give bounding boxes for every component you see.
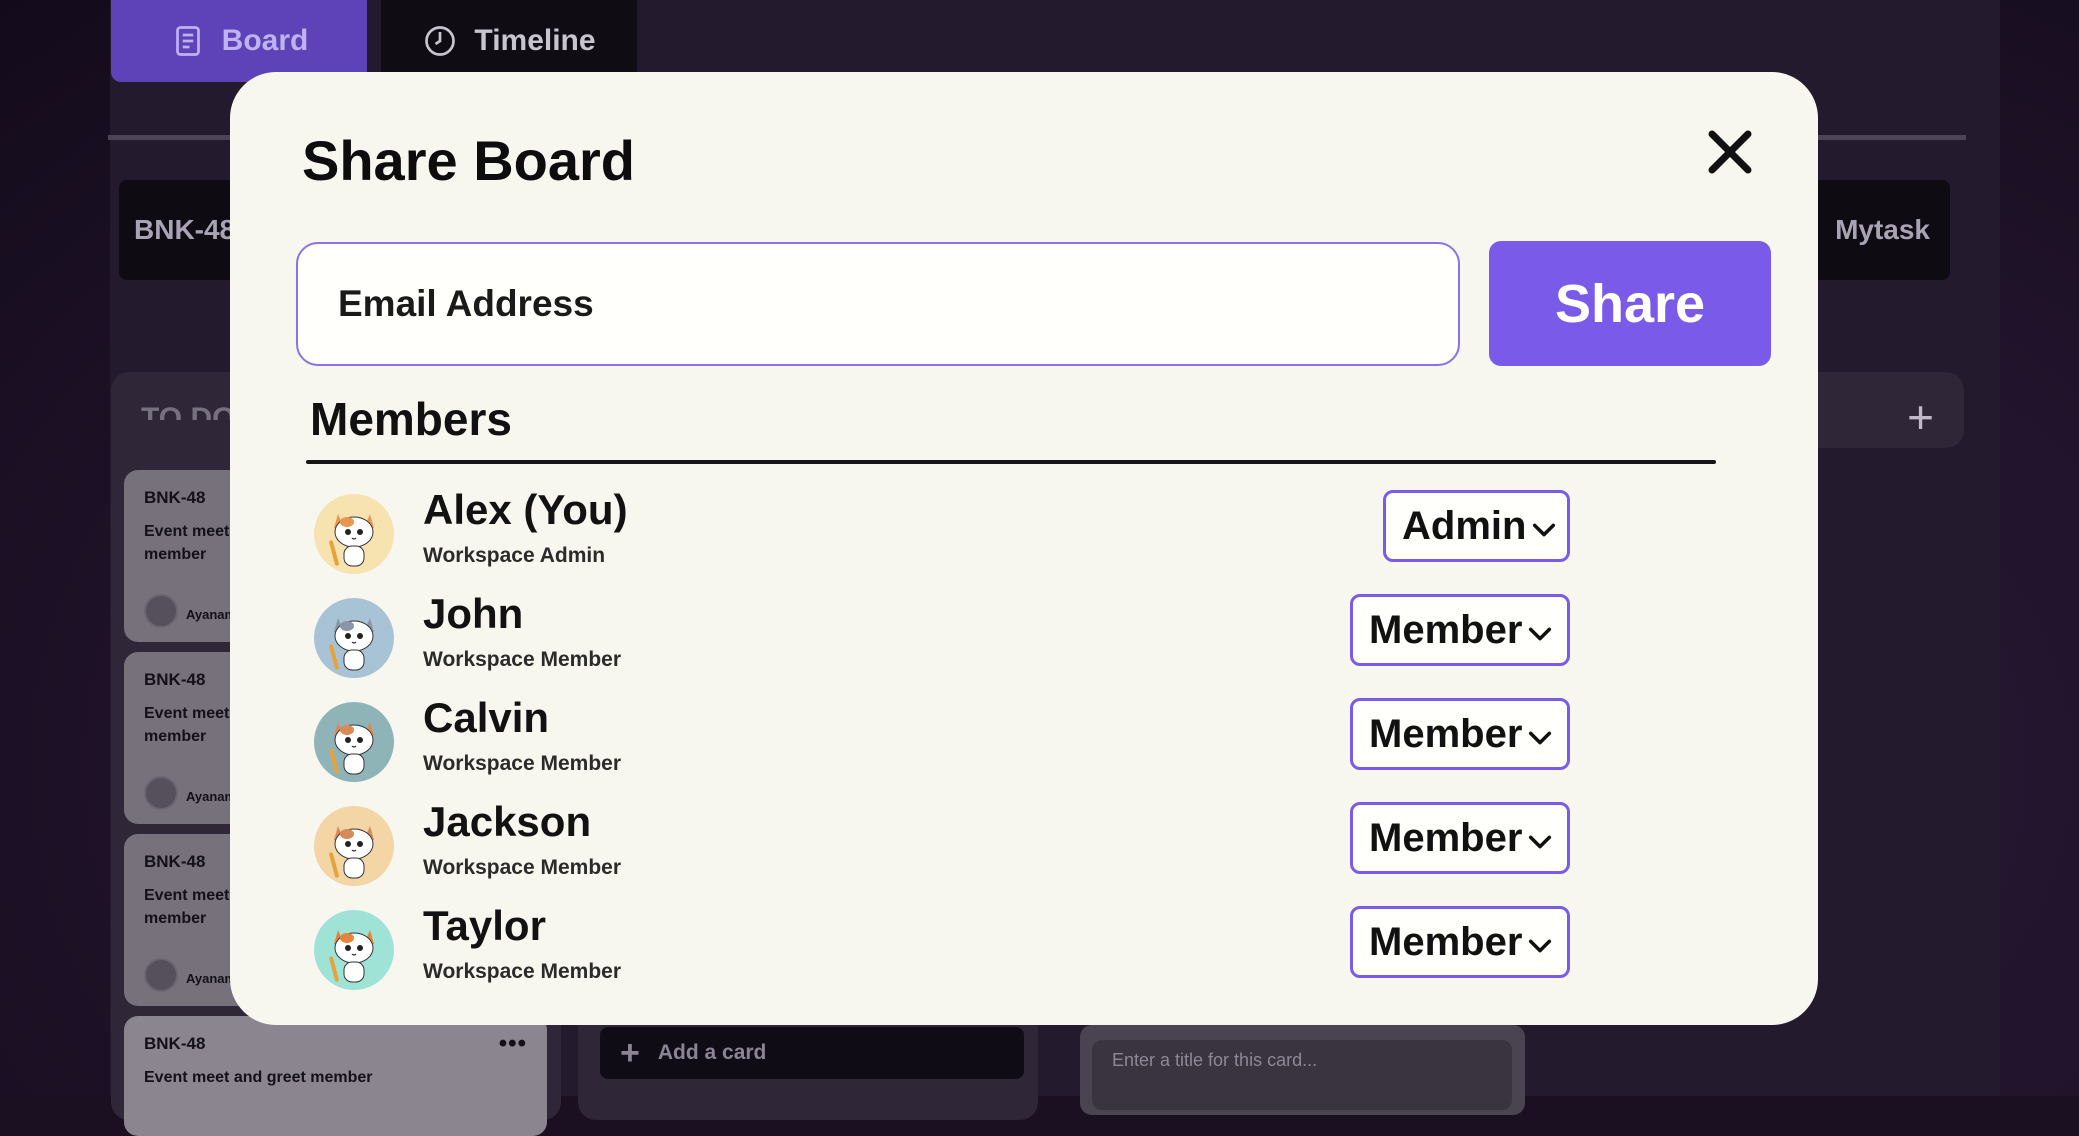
- member-row: Taylor Workspace Member Member: [314, 902, 1734, 996]
- member-role-description: Workspace Member: [423, 648, 622, 671]
- members-divider: [306, 460, 1716, 464]
- cat-avatar-icon: [329, 722, 374, 775]
- cat-avatar-icon: [329, 514, 374, 567]
- task-card[interactable]: BNK-48 ••• Event meet and greet member: [124, 1016, 547, 1136]
- member-row: Alex (You) Workspace Admin Admin: [314, 486, 1734, 580]
- member-name: John: [423, 590, 524, 637]
- cat-avatar-icon: [329, 930, 374, 983]
- avatar: [314, 494, 394, 574]
- chevron-down-icon: [1529, 939, 1552, 953]
- close-button[interactable]: [1702, 124, 1758, 180]
- member-name: Alex (You): [423, 486, 628, 533]
- role-select[interactable]: Member: [1350, 906, 1570, 978]
- cat-avatar-icon: [329, 618, 374, 671]
- member-role-description: Workspace Admin: [423, 544, 606, 567]
- avatar: [314, 806, 394, 886]
- chevron-down-icon: [1529, 835, 1552, 849]
- role-select-value: Member: [1369, 815, 1523, 860]
- card-id: BNK-48: [144, 852, 206, 871]
- member-row: Jackson Workspace Member Member: [314, 798, 1734, 892]
- member-row: Calvin Workspace Member Member: [314, 694, 1734, 788]
- add-card-label: Add a card: [657, 1041, 767, 1064]
- role-select-value: Member: [1369, 919, 1523, 964]
- more-options-icon[interactable]: •••: [499, 1030, 527, 1058]
- chevron-down-icon: [1533, 523, 1556, 537]
- members-heading: Members: [310, 393, 512, 445]
- new-card-title-input[interactable]: Enter a title for this card...: [1092, 1040, 1512, 1110]
- role-select[interactable]: Member: [1350, 698, 1570, 770]
- card-id: BNK-48: [144, 488, 206, 507]
- chevron-down-icon: [1529, 731, 1552, 745]
- tab-board[interactable]: Board: [111, 0, 367, 82]
- member-name: Jackson: [423, 798, 592, 845]
- role-select-value: Admin: [1402, 503, 1527, 548]
- card-id: BNK-48: [144, 670, 206, 689]
- close-icon: [1708, 130, 1752, 174]
- share-board-modal: Share Board Share Members Alex (You) Work…: [230, 72, 1818, 1025]
- add-column-button[interactable]: +: [1907, 394, 1934, 440]
- member-role-description: Workspace Member: [423, 856, 622, 879]
- member-row: John Workspace Member Member: [314, 590, 1734, 684]
- avatar: [144, 594, 178, 628]
- clock-icon: [425, 26, 456, 56]
- tab-timeline[interactable]: Timeline: [381, 0, 637, 82]
- add-card-button[interactable]: + Add a card: [600, 1027, 1024, 1079]
- member-role-description: Workspace Member: [423, 752, 622, 775]
- avatar: [314, 598, 394, 678]
- cat-avatar-icon: [329, 826, 374, 879]
- member-name: Calvin: [423, 694, 550, 741]
- board-key: BNK-48: [134, 214, 236, 245]
- card-title: Event meet and greet member: [144, 1069, 373, 1086]
- role-select-value: Member: [1369, 607, 1523, 652]
- member-name: Taylor: [423, 902, 546, 949]
- tab-timeline-label: Timeline: [474, 24, 596, 57]
- role-select[interactable]: Member: [1350, 802, 1570, 874]
- email-input[interactable]: [296, 242, 1460, 366]
- plus-icon: +: [620, 1033, 640, 1072]
- role-select-value: Member: [1369, 711, 1523, 756]
- avatar: [314, 702, 394, 782]
- avatar: [144, 776, 178, 810]
- role-select[interactable]: Admin: [1383, 490, 1570, 562]
- card-id: BNK-48: [144, 1034, 206, 1053]
- board-name: Mytask: [1835, 214, 1930, 245]
- modal-title: Share Board: [302, 129, 635, 192]
- tab-board-label: Board: [221, 24, 309, 57]
- avatar: [314, 910, 394, 990]
- share-button[interactable]: Share: [1489, 241, 1771, 366]
- document-icon: [175, 26, 200, 56]
- member-role-description: Workspace Member: [423, 960, 622, 983]
- chevron-down-icon: [1529, 627, 1552, 641]
- role-select[interactable]: Member: [1350, 594, 1570, 666]
- avatar: [144, 958, 178, 992]
